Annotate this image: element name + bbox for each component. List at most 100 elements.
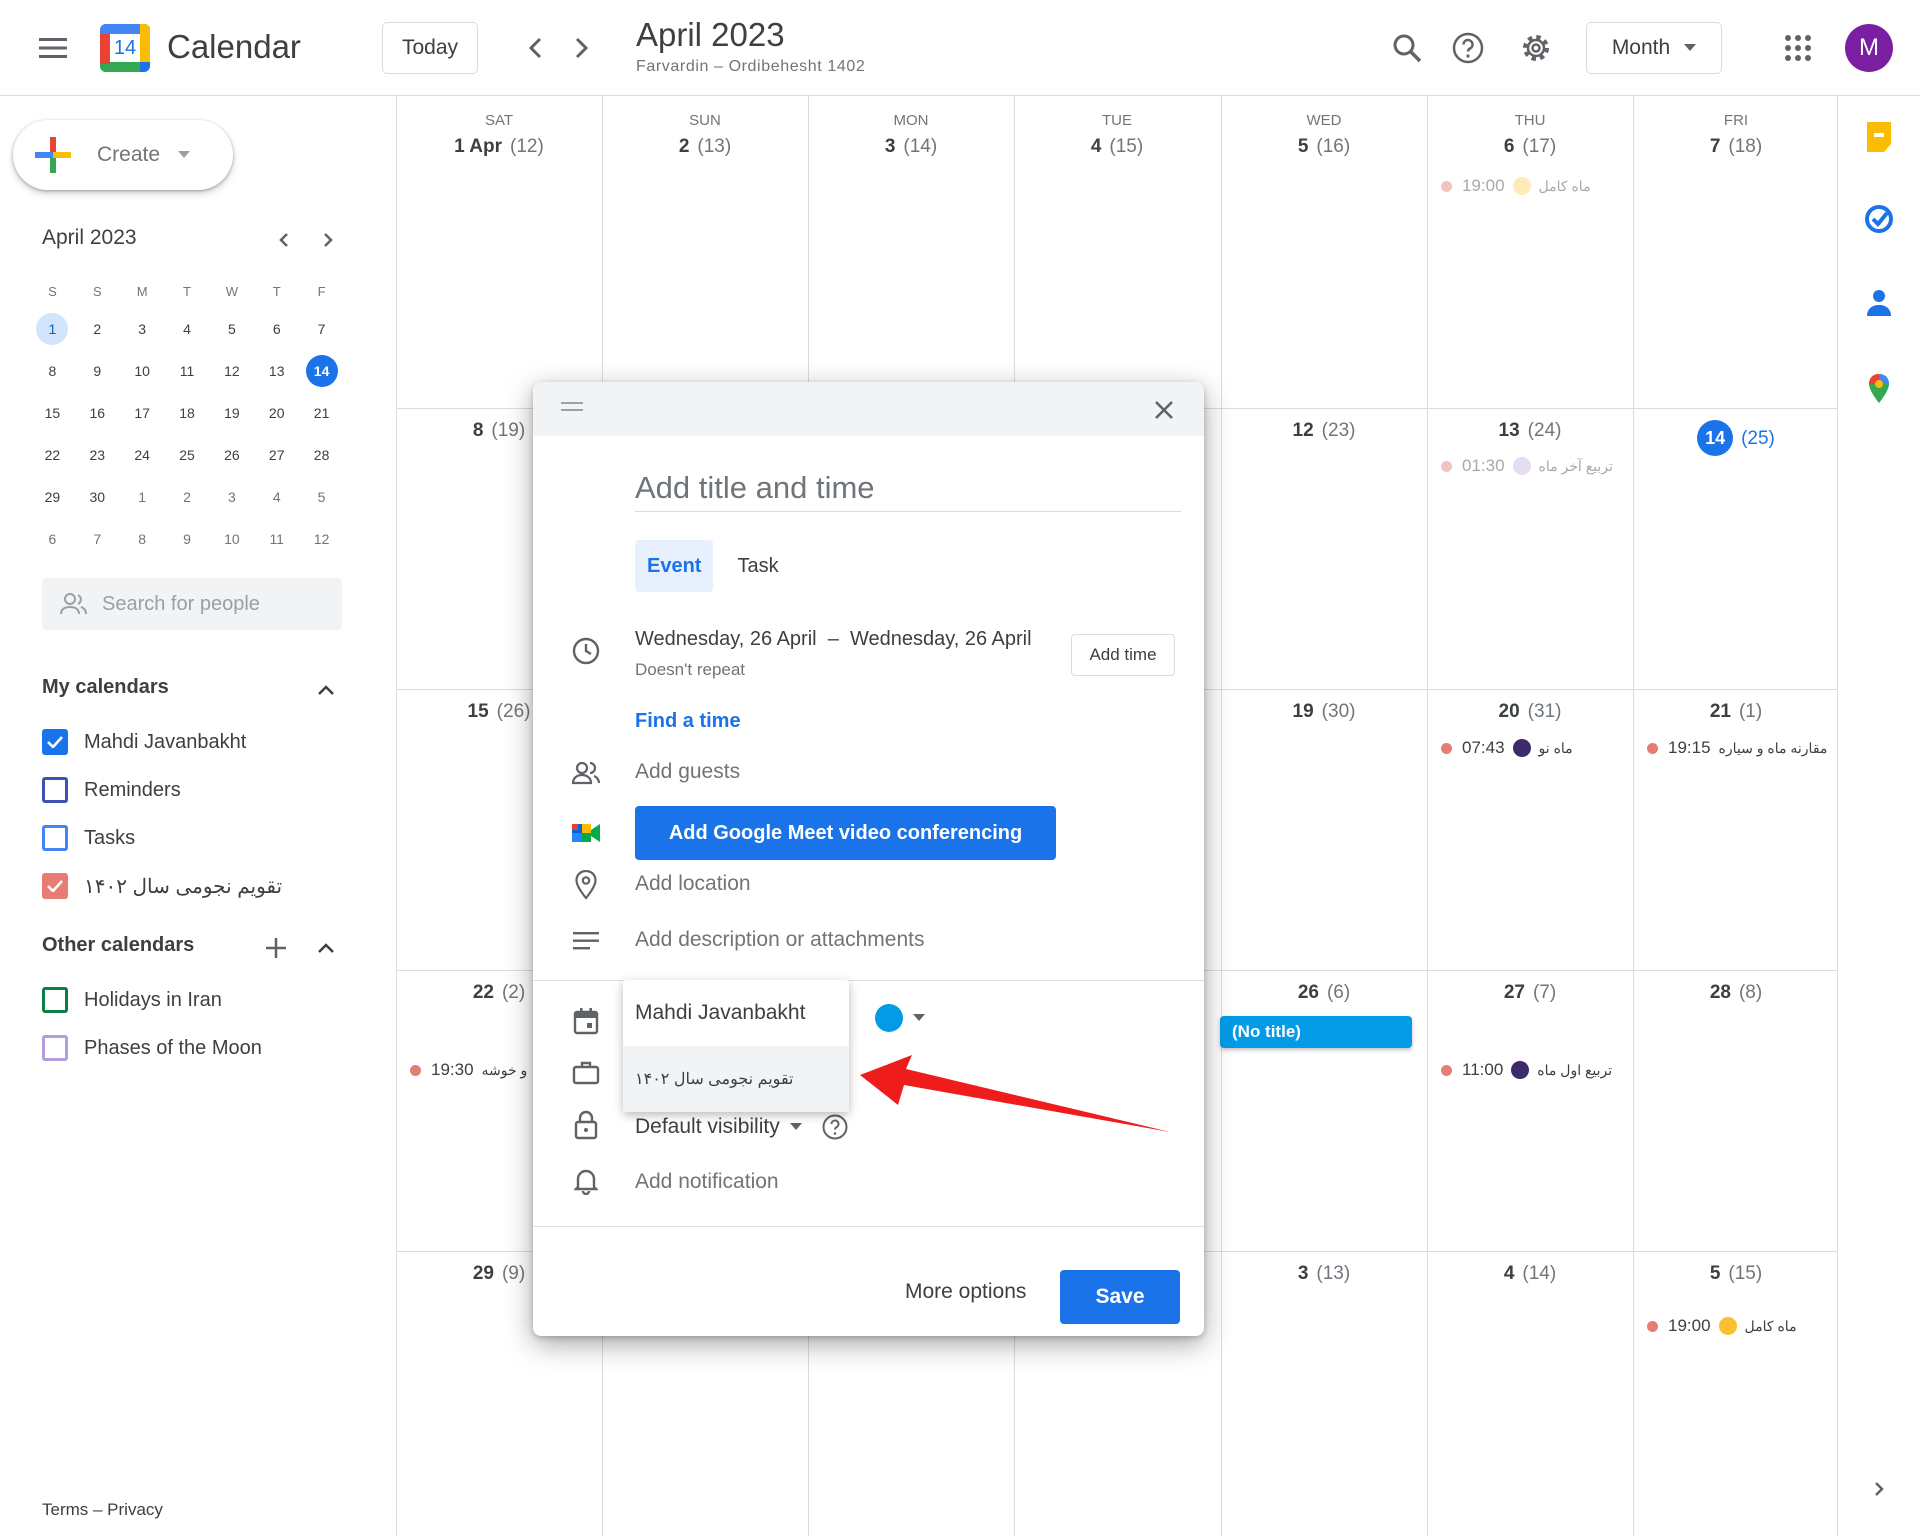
event-title-input[interactable] xyxy=(635,464,1181,512)
day-cell-date[interactable]: 2 (13) xyxy=(602,136,808,158)
mini-day[interactable]: 4 xyxy=(165,313,210,345)
mini-day[interactable]: 25 xyxy=(165,439,210,471)
mini-day[interactable]: 9 xyxy=(75,355,120,387)
mini-day[interactable]: 23 xyxy=(75,439,120,471)
mini-day[interactable]: 6 xyxy=(254,313,299,345)
previous-month-icon[interactable] xyxy=(515,28,555,68)
mini-day[interactable]: 1 xyxy=(120,481,165,513)
mini-day[interactable]: 12 xyxy=(209,355,254,387)
day-cell-date[interactable]: 3 (14) xyxy=(808,136,1014,158)
calendar-checkbox[interactable] xyxy=(42,825,68,851)
mini-day[interactable]: 22 xyxy=(30,439,75,471)
search-icon[interactable] xyxy=(1385,26,1429,70)
account-avatar[interactable]: M xyxy=(1845,24,1893,72)
day-cell-date[interactable]: 4 (15) xyxy=(1014,136,1220,158)
calendar-list-item[interactable]: Phases of the Moon xyxy=(42,1030,262,1066)
mini-day[interactable]: 4 xyxy=(254,481,299,513)
help-icon[interactable] xyxy=(1446,26,1490,70)
calendar-list-item[interactable]: Mahdi Javanbakht xyxy=(42,724,246,760)
mini-day[interactable]: 20 xyxy=(254,397,299,429)
mini-day[interactable]: 26 xyxy=(209,439,254,471)
collapse-chevron-up-icon[interactable] xyxy=(310,932,342,964)
mini-previous-icon[interactable] xyxy=(268,224,300,256)
collapse-chevron-up-icon[interactable] xyxy=(310,674,342,706)
day-cell-date[interactable]: 13 (24) xyxy=(1427,420,1633,442)
mini-day[interactable]: 6 xyxy=(30,523,75,555)
view-switcher-button[interactable]: Month xyxy=(1586,22,1722,74)
calendar-checkbox[interactable] xyxy=(42,729,68,755)
mini-day[interactable]: 24 xyxy=(120,439,165,471)
day-cell-date[interactable]: 21 (1) xyxy=(1633,701,1839,723)
mini-day[interactable]: 14 xyxy=(299,355,344,387)
save-button[interactable]: Save xyxy=(1060,1270,1180,1324)
next-month-icon[interactable] xyxy=(562,28,602,68)
search-people-field[interactable]: Search for people xyxy=(42,578,342,630)
mini-day[interactable]: 7 xyxy=(75,523,120,555)
mini-day[interactable]: 10 xyxy=(120,355,165,387)
day-cell-date[interactable]: 12 (23) xyxy=(1221,420,1427,442)
day-cell-date[interactable]: 28 (8) xyxy=(1633,982,1839,1004)
day-cell-date[interactable]: 19 (30) xyxy=(1221,701,1427,723)
mini-day[interactable]: 29 xyxy=(30,481,75,513)
settings-gear-icon[interactable] xyxy=(1514,26,1558,70)
add-description-field[interactable]: Add description or attachments xyxy=(635,928,925,952)
mini-day[interactable]: 7 xyxy=(299,313,344,345)
astronomy-event-chip[interactable]: 07:43 ماه نو xyxy=(1441,738,1573,758)
calendar-checkbox[interactable] xyxy=(42,987,68,1013)
mini-day[interactable]: 9 xyxy=(165,523,210,555)
mini-day[interactable]: 17 xyxy=(120,397,165,429)
calendar-option[interactable]: تقویم نجومی سال ۱۴۰۲ xyxy=(623,1046,849,1112)
mini-day[interactable]: 11 xyxy=(165,355,210,387)
astronomy-event-chip[interactable]: 19:00 ماه کامل xyxy=(1441,176,1591,196)
day-cell-date[interactable]: 7 (18) xyxy=(1633,136,1839,158)
mini-day[interactable]: 2 xyxy=(165,481,210,513)
astronomy-event-chip[interactable]: 19:15 مقارنه ماه و سیاره xyxy=(1647,738,1827,758)
mini-day[interactable]: 5 xyxy=(209,313,254,345)
mini-day[interactable]: 18 xyxy=(165,397,210,429)
calendar-owner-dropdown[interactable]: Mahdi Javanbakht تقویم نجومی سال ۱۴۰۲ xyxy=(623,980,849,1112)
find-a-time-link[interactable]: Find a time xyxy=(635,710,741,733)
visibility-selector[interactable]: Default visibility xyxy=(635,1114,848,1140)
mini-day[interactable]: 12 xyxy=(299,523,344,555)
calendar-list-item[interactable]: Reminders xyxy=(42,772,181,808)
day-cell-date[interactable]: 4 (14) xyxy=(1427,1263,1633,1285)
mini-day[interactable]: 2 xyxy=(75,313,120,345)
expand-panel-chevron-icon[interactable] xyxy=(1860,1470,1898,1508)
mini-day[interactable]: 11 xyxy=(254,523,299,555)
mini-day[interactable]: 28 xyxy=(299,439,344,471)
calendar-list-item[interactable]: تقویم نجومی سال ۱۴۰۲ xyxy=(42,868,282,904)
mini-day[interactable]: 8 xyxy=(30,355,75,387)
drag-handle-icon[interactable] xyxy=(561,402,583,416)
mini-day[interactable]: 30 xyxy=(75,481,120,513)
mini-day[interactable]: 27 xyxy=(254,439,299,471)
event-color-picker[interactable] xyxy=(875,1004,925,1032)
maps-pin-icon[interactable] xyxy=(1860,370,1898,408)
add-notification-field[interactable]: Add notification xyxy=(635,1170,779,1194)
mini-day[interactable]: 8 xyxy=(120,523,165,555)
calendar-logo-icon[interactable]: 14 xyxy=(100,24,150,72)
calendar-checkbox[interactable] xyxy=(42,1035,68,1061)
mini-next-icon[interactable] xyxy=(312,224,344,256)
mini-day[interactable]: 21 xyxy=(299,397,344,429)
day-cell-date[interactable]: 5 (15) xyxy=(1633,1263,1839,1285)
astronomy-event-chip[interactable]: 19:00 ماه کامل xyxy=(1647,1316,1797,1336)
help-icon[interactable] xyxy=(822,1114,848,1140)
add-guests-field[interactable]: Add guests xyxy=(635,760,740,784)
my-calendars-title[interactable]: My calendars xyxy=(42,676,169,699)
keep-icon[interactable] xyxy=(1860,118,1898,156)
add-calendar-plus-icon[interactable] xyxy=(260,932,292,964)
terms-privacy-links[interactable]: Terms – Privacy xyxy=(42,1500,163,1520)
day-cell-date[interactable]: 6 (17) xyxy=(1427,136,1633,158)
astronomy-event-chip[interactable]: 11:00 تربیع اول ماه xyxy=(1441,1060,1612,1080)
day-cell-date[interactable]: 5 (16) xyxy=(1221,136,1427,158)
other-calendars-title[interactable]: Other calendars xyxy=(42,934,194,957)
apps-grid-icon[interactable] xyxy=(1776,26,1820,70)
calendar-list-item[interactable]: Holidays in Iran xyxy=(42,982,222,1018)
close-icon[interactable] xyxy=(1146,392,1182,428)
app-title[interactable]: Calendar xyxy=(167,28,301,66)
event-date-range[interactable]: Wednesday, 26 April – Wednesday, 26 Apri… xyxy=(635,628,1032,651)
contacts-icon[interactable] xyxy=(1860,284,1898,322)
repeat-setting[interactable]: Doesn't repeat xyxy=(635,660,745,680)
dialog-drag-bar[interactable] xyxy=(533,382,1204,436)
more-options-button[interactable]: More options xyxy=(905,1280,1026,1304)
